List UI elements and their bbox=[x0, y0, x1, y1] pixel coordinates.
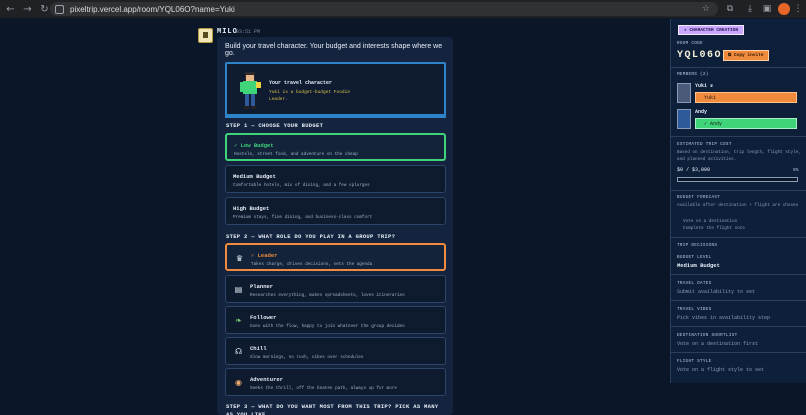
trip-cost-progress bbox=[677, 177, 798, 182]
step3-heading: STEP 3 — WHAT DO YOU WANT MOST FROM THIS… bbox=[226, 403, 439, 415]
bot-avatar bbox=[198, 28, 213, 43]
role-option-follower[interactable]: ❧ Follower Goes with the flow, happy to … bbox=[225, 306, 446, 334]
option-title: Follower bbox=[250, 314, 277, 321]
trip-cost-label: ESTIMATED TRIP COST bbox=[677, 142, 732, 147]
decision-value: Vote on a flight style to set bbox=[677, 367, 765, 373]
address-bar[interactable]: pixeltrip.vercel.app/room/YQL06O?name=Yu… bbox=[50, 2, 718, 16]
budget-forecast-description: Available after destination + flight are… bbox=[677, 203, 799, 208]
character-creation-badge: ★ CHARACTER CREATION bbox=[678, 25, 745, 35]
trip-side-panel: ★ CHARACTER CREATION ROOM CODE YQL06O ⧉ … bbox=[670, 19, 806, 383]
option-desc: Comfortable hotels, mix of dining, and a… bbox=[233, 183, 370, 188]
profile-avatar[interactable] bbox=[778, 3, 790, 15]
room-code: YQL06O bbox=[677, 50, 723, 61]
side-panel-icon[interactable]: ▣ bbox=[761, 3, 773, 15]
step1-heading: STEP 1 — CHOOSE YOUR BUDGET bbox=[226, 122, 324, 129]
option-desc: Premium stays, fine dining, and business… bbox=[233, 215, 373, 220]
crown-icon: ♛ bbox=[235, 254, 244, 263]
member-tag: ✓ Andy bbox=[695, 118, 797, 129]
back-icon[interactable]: ← bbox=[4, 3, 17, 16]
role-option-adventurer[interactable]: ◉ Adventurer Seeks the thrill, off the b… bbox=[225, 368, 446, 396]
forecast-item: Complete the flight vote bbox=[683, 226, 745, 231]
divider bbox=[671, 352, 806, 353]
option-desc: Hostels, street food, and adventure on t… bbox=[234, 152, 358, 157]
trip-cost-description: Based on destination, trip length, fligh… bbox=[677, 150, 801, 162]
option-title: Chill bbox=[250, 345, 267, 352]
role-option-planner[interactable]: ▤ Planner Researches everything, makes s… bbox=[225, 275, 446, 303]
divider bbox=[671, 237, 806, 238]
option-desc: Seeks the thrill, off the beaten path, a… bbox=[250, 386, 397, 391]
option-desc: Goes with the flow, happy to join whatev… bbox=[250, 324, 405, 329]
budget-option-high[interactable]: High Budget Premium stays, fine dining, … bbox=[225, 197, 446, 225]
decision-label: TRAVEL DATES bbox=[677, 281, 712, 286]
member-avatar bbox=[677, 83, 691, 103]
site-info-icon[interactable] bbox=[55, 4, 64, 14]
trip-cost-percent: 0% bbox=[793, 168, 799, 173]
budget-option-low[interactable]: ✓ Low Budget Hostels, street food, and a… bbox=[225, 133, 446, 161]
option-title: High Budget bbox=[233, 205, 270, 212]
forecast-item: Vote on a destination bbox=[683, 219, 738, 224]
browser-toolbar: ← → ↻ pixeltrip.vercel.app/room/YQL06O?n… bbox=[0, 0, 806, 18]
decision-label: DESTINATION SHORTLIST bbox=[677, 333, 738, 338]
compass-icon: ◉ bbox=[235, 378, 242, 387]
option-title: Adventurer bbox=[250, 376, 284, 383]
headphones-icon: ☊ bbox=[234, 347, 243, 356]
download-icon[interactable]: ⤓ bbox=[744, 3, 756, 15]
bookmark-star-icon[interactable]: ☆ bbox=[702, 2, 710, 16]
leaf-icon: ❧ bbox=[235, 316, 242, 325]
decision-label: TRAVEL VIBES bbox=[677, 307, 712, 312]
divider bbox=[671, 67, 806, 68]
character-title: Your travel character bbox=[269, 80, 333, 86]
budget-option-medium[interactable]: Medium Budget Comfortable hotels, mix of… bbox=[225, 165, 446, 193]
option-desc: Takes charge, drives decisions, sets the… bbox=[251, 262, 373, 267]
trip-decisions-label: TRIP DECISIONS bbox=[677, 243, 718, 248]
decision-value: Pick vibes in availability step bbox=[677, 315, 771, 321]
decision-value: Vote on a destination first bbox=[677, 341, 759, 347]
divider bbox=[671, 326, 806, 327]
member-name: Andy bbox=[695, 109, 708, 115]
forward-icon[interactable]: → bbox=[21, 3, 34, 16]
trip-cost-value: $0 / $3,000 bbox=[677, 167, 711, 173]
member-tag: Yuki bbox=[695, 92, 797, 103]
message-intro: Build your travel character. Your budget… bbox=[225, 43, 443, 57]
option-title: Medium Budget bbox=[233, 173, 276, 180]
step2-heading: STEP 2 — WHAT ROLE DO YOU PLAY IN A GROU… bbox=[226, 233, 396, 240]
budget-forecast-label: BUDGET FORECAST bbox=[677, 195, 721, 200]
option-desc: Researches everything, makes spreadsheet… bbox=[250, 293, 405, 298]
sender-name: MILO bbox=[217, 28, 238, 36]
menu-icon[interactable]: ⋮ bbox=[792, 3, 804, 15]
url-text: pixeltrip.vercel.app/room/YQL06O?name=Yu… bbox=[70, 4, 235, 14]
divider bbox=[671, 136, 806, 137]
extensions-icon[interactable]: ⧉ bbox=[724, 3, 736, 15]
member-avatar bbox=[677, 109, 691, 129]
clipboard-icon: ▤ bbox=[234, 285, 243, 294]
option-desc: Slow mornings, no rush, vibes over sched… bbox=[250, 355, 364, 360]
decision-value: Submit availability to set bbox=[677, 289, 756, 295]
divider bbox=[671, 190, 806, 191]
divider bbox=[671, 300, 806, 301]
character-sprite bbox=[240, 72, 261, 109]
member-name: Yuki ♛ bbox=[695, 83, 714, 89]
option-title: ✓ Leader bbox=[251, 252, 278, 259]
decision-value: Medium Budget bbox=[677, 262, 720, 269]
character-description: Yuki is a budget-budget Foodie Leader. bbox=[269, 90, 351, 102]
role-option-chill[interactable]: ☊ Chill Slow mornings, no rush, vibes ov… bbox=[225, 337, 446, 365]
copy-invite-button[interactable]: ⧉ Copy invite bbox=[723, 50, 769, 61]
members-label: MEMBERS (2) bbox=[677, 72, 709, 77]
message-card: Build your travel character. Your budget… bbox=[217, 37, 453, 415]
message-time: 03:51 PM bbox=[236, 29, 261, 35]
role-option-leader[interactable]: ♛ ✓ Leader Takes charge, drives decision… bbox=[225, 243, 446, 271]
divider bbox=[671, 274, 806, 275]
character-preview-accent bbox=[225, 114, 446, 118]
decision-label: FLIGHT STYLE bbox=[677, 359, 712, 364]
option-title: ✓ Low Budget bbox=[234, 142, 274, 149]
room-code-label: ROOM CODE bbox=[677, 41, 703, 46]
decision-label: BUDGET LEVEL bbox=[677, 255, 712, 260]
option-title: Planner bbox=[250, 283, 274, 290]
character-preview: Your travel character Yuki is a budget-b… bbox=[225, 62, 446, 117]
